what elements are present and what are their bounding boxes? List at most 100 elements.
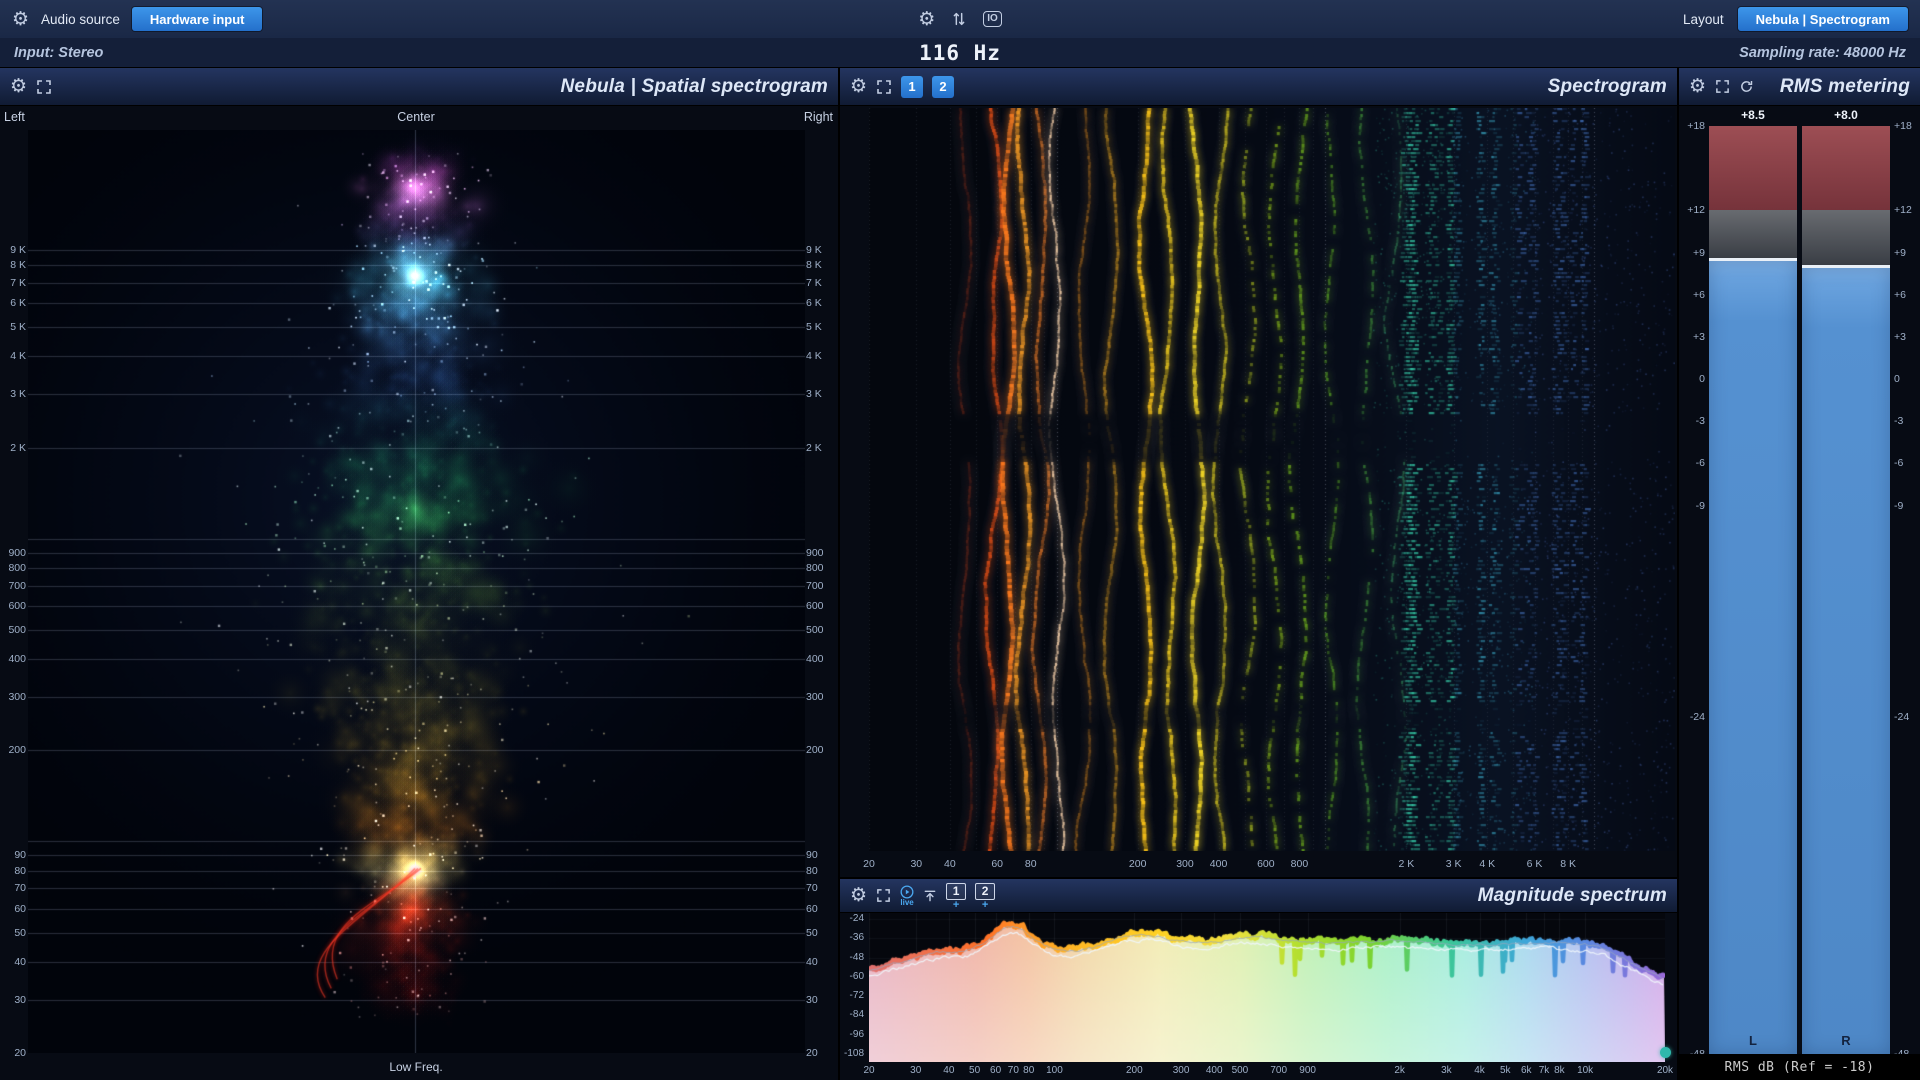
tick-label: 20	[14, 1047, 26, 1059]
tick-label: +9	[1693, 246, 1705, 259]
rms-fullscreen-icon[interactable]	[1715, 79, 1730, 94]
hardware-input-button[interactable]: Hardware input	[131, 7, 263, 31]
tick-label: +6	[1894, 288, 1906, 301]
tick-label: -9	[1894, 499, 1904, 512]
spectrogram-panel-header: ⚙ 1 2 Spectrogram	[840, 68, 1677, 106]
topbar-row-1: ⚙ Audio source Hardware input ⚙ IO Layou…	[0, 0, 1920, 38]
meter-over-zone	[1802, 126, 1890, 212]
pan-left-label: Left	[4, 110, 25, 124]
tick-label: 20	[863, 858, 875, 870]
magnitude-trace-1-group: 1 +	[946, 882, 967, 910]
spatial-fullscreen-icon[interactable]	[36, 79, 52, 95]
tick-label: +18	[1894, 120, 1912, 132]
tick-label: -72	[849, 990, 864, 1002]
rms-panel-body: +8.5 +8.0 +18+12+9+6+30-3-6-9-24-48 L R …	[1679, 106, 1920, 1080]
tick-label: 2k	[1394, 1065, 1405, 1076]
tick-label: 200	[8, 744, 26, 757]
tick-label: 800	[806, 562, 824, 575]
tick-label: 40	[14, 955, 26, 968]
tick-label: 4 K	[806, 350, 822, 363]
tick-label: 80	[14, 864, 26, 877]
tick-label: +6	[1693, 288, 1705, 301]
audio-source-group: ⚙ Audio source Hardware input	[12, 7, 918, 31]
spectrogram-settings-gear-icon[interactable]: ⚙	[850, 77, 867, 96]
audio-source-gear-icon[interactable]: ⚙	[12, 10, 29, 29]
tick-label: 800	[1290, 858, 1309, 870]
magnitude-trace-1-button[interactable]: 1	[946, 882, 967, 900]
tick-label: -48	[849, 951, 864, 963]
rms-right-value: +8.0	[1834, 108, 1858, 122]
spectrogram-view-1-button[interactable]: 1	[901, 75, 924, 98]
tick-label: 7 K	[806, 276, 822, 289]
app-window: ⚙ Audio source Hardware input ⚙ IO Layou…	[0, 0, 1920, 1080]
tick-label: 2 K	[806, 441, 822, 454]
spatial-panel-header: ⚙ Nebula | Spatial spectrogram	[0, 68, 838, 106]
magnitude-trace-2-add-button[interactable]: +	[982, 899, 988, 910]
sampling-rate-label: Sampling rate: 48000 Hz	[1739, 44, 1906, 61]
layout-preset-button[interactable]: Nebula | Spectrogram	[1737, 7, 1908, 31]
magnitude-trace-1-add-button[interactable]: +	[953, 899, 959, 910]
tick-label: +3	[1693, 330, 1705, 343]
tick-label: -3	[1695, 415, 1705, 428]
io-icon[interactable]: IO	[983, 11, 1002, 27]
tick-label: 8 K	[806, 259, 822, 272]
rms-meter-area: L R	[1709, 126, 1890, 1054]
peak-hold-icon[interactable]	[923, 889, 937, 903]
tick-label: 3 K	[10, 388, 26, 401]
tick-label: -24	[1689, 710, 1705, 723]
channel-routing-icon[interactable]	[951, 11, 967, 27]
tick-label: 400	[8, 653, 26, 666]
tick-label: -24	[1894, 710, 1910, 723]
resize-handle[interactable]	[1660, 1047, 1671, 1058]
tick-label: +3	[1894, 330, 1906, 343]
rms-settings-gear-icon[interactable]: ⚙	[1689, 77, 1706, 96]
tick-label: 300	[1176, 858, 1194, 870]
magnitude-spectrum-canvas	[869, 913, 1665, 1062]
spatial-settings-gear-icon[interactable]: ⚙	[10, 77, 27, 96]
spectrogram-panel: ⚙ 1 2 Spectrogram 20 30 40 60 80 200 300 400 600…	[840, 68, 1677, 877]
tick-label: 60	[806, 902, 818, 915]
magnitude-settings-gear-icon[interactable]: ⚙	[850, 886, 867, 905]
spectrogram-view-2-button[interactable]: 2	[932, 75, 955, 98]
spatial-panel-body: Left Center Right 9 K 8 K 7 K 6 K 5 K 4 K 3 K 2…	[0, 106, 838, 1080]
tick-label: -108	[843, 1048, 864, 1059]
rms-reset-icon[interactable]	[1739, 79, 1754, 94]
tick-label: 700	[8, 579, 26, 592]
pan-right-label: Right	[803, 110, 833, 124]
magnitude-trace-2-group: 2 +	[975, 882, 996, 910]
tick-label: 900	[1299, 1065, 1316, 1076]
tick-label: -36	[849, 932, 864, 944]
tick-label: -6	[1695, 457, 1705, 470]
tick-label: 30	[910, 858, 923, 870]
tick-label: 10k	[1577, 1065, 1594, 1076]
input-info-label: Input: Stereo	[14, 44, 104, 61]
spatial-spectrogram-panel: ⚙ Nebula | Spatial spectrogram Left Cent…	[0, 68, 838, 1080]
tick-label: -9	[1695, 499, 1705, 512]
tick-label: 70	[14, 882, 26, 895]
spectrogram-fullscreen-icon[interactable]	[876, 79, 892, 95]
tick-label: -60	[849, 970, 864, 982]
rms-scale-left: +18+12+9+6+30-3-6-9-24-48	[1681, 120, 1706, 1060]
spectrogram-freq-axis: 20 30 40 60 80 200 300 400 600 800 2 K 3 K 4 K 6 K 8 K	[863, 853, 1675, 875]
tick-label: 0	[1894, 373, 1900, 386]
layout-group: Layout Nebula | Spectrogram	[1683, 7, 1908, 31]
meter-headroom-zone	[1802, 210, 1890, 266]
tick-label: 20	[863, 1065, 875, 1076]
topbar: ⚙ Audio source Hardware input ⚙ IO Layou…	[0, 0, 1920, 68]
settings-gear-icon[interactable]: ⚙	[918, 10, 935, 29]
tick-label: 90	[14, 849, 26, 862]
rms-metering-panel: ⚙ RMS metering +8.5 +8.0 +18 +12 +9 +6 +3 0 -3…	[1679, 68, 1920, 1080]
pan-center-label: Center	[397, 110, 435, 124]
magnitude-fullscreen-icon[interactable]	[876, 888, 891, 903]
live-toggle-button[interactable]: live	[900, 885, 914, 907]
tick-label: 20k	[1656, 1065, 1674, 1076]
magnitude-freq-axis: 20 30 40 50 60 70 80 100 200 300 400 500 700 900 2k 3k 4…	[863, 1062, 1673, 1080]
tick-label: 7 K	[10, 276, 26, 289]
tick-label: +12	[1894, 204, 1912, 217]
magnitude-trace-2-button[interactable]: 2	[975, 882, 996, 900]
tick-label: 600	[1257, 858, 1275, 870]
channel-left-label: L	[1749, 1033, 1757, 1048]
rms-footer: RMS dB (Ref = -18)	[1679, 1054, 1920, 1080]
magnitude-panel-header: ⚙ live 1 + 2 + Magnitude spectrum	[840, 879, 1677, 913]
tick-label: 80	[806, 864, 818, 877]
